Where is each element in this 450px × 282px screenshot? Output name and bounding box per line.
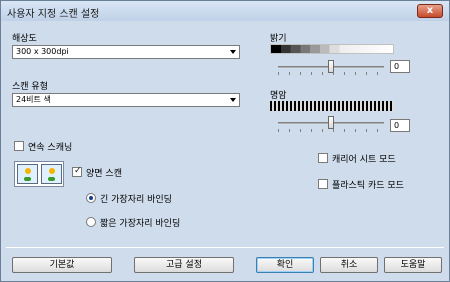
duplex-scan-checkbox[interactable]: ✓ — [72, 166, 82, 177]
brightness-value-input[interactable]: 0 — [390, 60, 410, 73]
scan-type-value: 24비트 색 — [16, 95, 51, 104]
ok-button[interactable]: 확인 — [256, 257, 314, 273]
chevron-down-icon — [230, 50, 236, 54]
plastic-card-checkbox[interactable] — [318, 179, 328, 189]
carrier-sheet-label: 캐리어 시트 모드 — [332, 155, 396, 165]
default-button[interactable]: 기본값 — [12, 257, 112, 273]
scan-type-select[interactable]: 24비트 색 — [12, 93, 240, 107]
title-bar: 사용자 지정 스캔 설정 x — [1, 1, 449, 21]
plastic-card-label: 플라스틱 카드 모드 — [332, 181, 404, 191]
brightness-label: 밝기 — [270, 34, 287, 44]
duplex-scan-label: 양면 스캔 — [86, 169, 122, 179]
resolution-value: 300 x 300dpi — [16, 47, 69, 56]
close-button[interactable]: x — [417, 4, 443, 18]
short-edge-binding-radio[interactable] — [86, 217, 96, 227]
brightness-gradient — [270, 44, 394, 54]
chevron-down-icon — [230, 98, 236, 102]
long-edge-binding-radio[interactable] — [86, 193, 96, 203]
advanced-settings-button[interactable]: 고급 설정 — [134, 257, 234, 273]
continuous-scan-checkbox[interactable] — [14, 141, 24, 151]
short-edge-binding-label: 짧은 가장자리 바인딩 — [100, 219, 181, 229]
contrast-slider-thumb[interactable] — [328, 116, 334, 129]
separator — [6, 247, 444, 248]
brightness-slider-ticks — [278, 72, 388, 75]
contrast-pattern — [270, 101, 394, 111]
duplex-scan-icon — [14, 161, 64, 187]
contrast-value-input[interactable]: 0 — [390, 119, 410, 132]
contrast-label: 명암 — [270, 91, 287, 101]
resolution-select[interactable]: 300 x 300dpi — [12, 45, 240, 59]
contrast-slider-ticks — [278, 129, 388, 132]
long-edge-binding-label: 긴 가장자리 바인딩 — [100, 195, 172, 205]
continuous-scan-label: 연속 스캐닝 — [28, 143, 73, 153]
dialog-title: 사용자 지정 스캔 설정 — [7, 9, 100, 20]
resolution-label: 해상도 — [12, 34, 37, 44]
help-button[interactable]: 도움말 — [384, 257, 442, 273]
carrier-sheet-checkbox[interactable] — [318, 153, 328, 163]
cancel-button[interactable]: 취소 — [320, 257, 378, 273]
scan-type-label: 스캔 유형 — [12, 82, 48, 92]
